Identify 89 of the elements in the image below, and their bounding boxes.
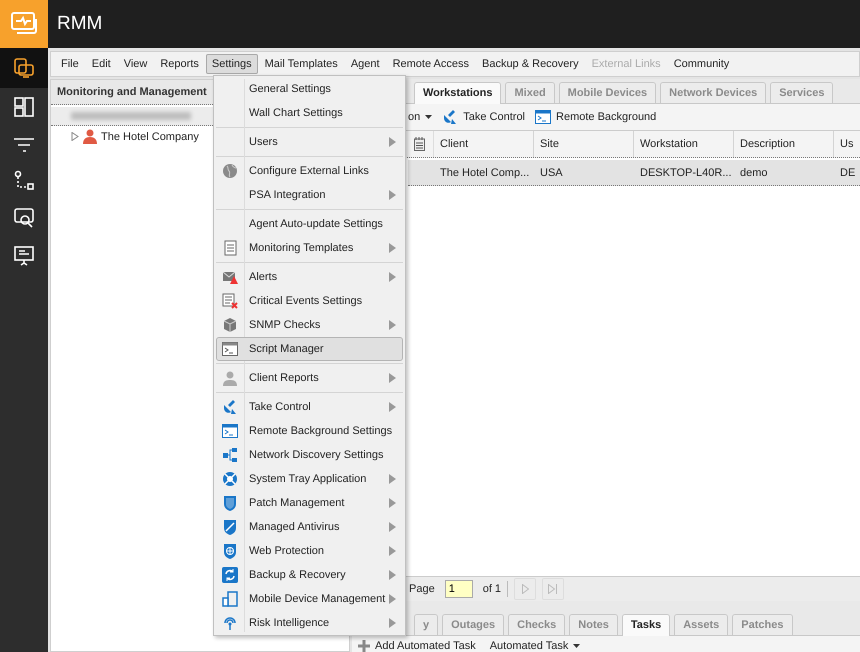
workflow-icon	[13, 170, 35, 192]
column-header[interactable]: Client	[434, 131, 534, 157]
devices-icon	[222, 591, 238, 607]
terminal-icon	[222, 423, 238, 439]
terminal-icon	[535, 110, 552, 124]
menu-bar-item[interactable]: Remote Access	[386, 54, 475, 74]
caret-icon	[425, 115, 432, 119]
menu-item[interactable]: Users	[216, 130, 403, 154]
menu-item[interactable]: Risk Intelligence	[216, 611, 403, 635]
menu-item[interactable]: Script Manager	[216, 337, 403, 361]
tab[interactable]: Workstations	[414, 82, 502, 104]
user-icon	[222, 370, 238, 386]
monitor-pulse-icon	[10, 11, 38, 37]
menu-bar-item[interactable]: View	[118, 54, 154, 74]
table-cell-text: demo	[739, 166, 769, 180]
menu-item[interactable]: Managed Antivirus	[216, 515, 403, 539]
menu-item[interactable]: Network Discovery Settings	[216, 443, 403, 467]
satellite-dish-icon	[222, 399, 238, 415]
devices-icon	[13, 57, 35, 79]
dashboard-icon	[13, 96, 35, 118]
shield-globe-icon	[222, 543, 238, 559]
person-icon	[83, 129, 97, 144]
page-total: of 1	[482, 583, 502, 595]
menu-bar-item[interactable]: Mail Templates	[258, 54, 344, 74]
menu-item[interactable]: Agent Auto-update Settings	[216, 212, 403, 236]
search-icon	[13, 206, 35, 228]
menu-item[interactable]: SNMP Checks	[216, 313, 403, 337]
menu-bar-item[interactable]: Reports	[154, 54, 205, 74]
next-icon	[522, 584, 529, 594]
menu-item[interactable]: PSA Integration	[216, 183, 403, 207]
notes-icon	[414, 137, 425, 151]
menu-item[interactable]: Web Protection	[216, 539, 403, 563]
menu-item[interactable]: Alerts	[216, 265, 403, 289]
column-header[interactable]: Site	[534, 131, 634, 157]
page-field[interactable]: 1	[444, 580, 473, 598]
table-cell-text: The Hotel Comp...	[439, 166, 530, 180]
expand-icon[interactable]	[71, 132, 79, 141]
menu-item[interactable]: Remote Background Settings	[216, 419, 403, 443]
table-cell-text: USA	[539, 166, 564, 180]
toolbar-button[interactable]: on	[408, 111, 432, 123]
menu-item[interactable]: Critical Events Settings	[216, 289, 403, 313]
menu-item[interactable]: Client Reports	[216, 366, 403, 390]
tab[interactable]: Tasks	[622, 614, 670, 636]
signal-icon	[222, 615, 238, 631]
lifebuoy-icon	[222, 471, 238, 487]
menu-item[interactable]: Mobile Device Management	[216, 587, 403, 611]
plus-icon	[358, 640, 370, 652]
column-header[interactable]: Workstation	[634, 131, 734, 157]
page-label: Page	[409, 583, 435, 595]
menu-item[interactable]: Take Control	[216, 395, 403, 419]
menu-item[interactable]: Monitoring Templates	[216, 236, 403, 260]
toolbar-button[interactable]: Add Automated Task	[358, 640, 476, 652]
toolbar-button[interactable]: Automated Task	[490, 640, 580, 652]
menu-bar-item[interactable]: Agent	[344, 54, 386, 74]
table-row[interactable]: The Hotel Comp... USA DESKTOP-L40R... demo DE	[408, 160, 860, 186]
sync-icon	[222, 567, 238, 583]
last-page-icon	[548, 584, 558, 594]
menu-item[interactable]: Backup & Recovery	[216, 563, 403, 587]
network-icon	[222, 447, 238, 463]
menu-item[interactable]: Configure External Links	[216, 159, 403, 183]
menu-item[interactable]: Wall Chart Settings	[216, 101, 403, 125]
satellite-dish-icon	[442, 109, 458, 125]
toolbar-button[interactable]: Take Control	[442, 109, 526, 125]
alert-mail-icon	[222, 269, 238, 285]
globe-icon	[222, 163, 238, 179]
sidebar-item[interactable]	[0, 48, 48, 88]
app-title: RMM	[57, 13, 102, 35]
menu-bar-item[interactable]: Backup & Recovery	[476, 54, 585, 74]
column-header[interactable]: Description	[734, 131, 834, 157]
shield-icon	[222, 495, 238, 511]
document-icon	[222, 240, 238, 256]
table-cell-text: DESKTOP-L40R...	[639, 166, 732, 180]
menu-item[interactable]: System Tray Application	[216, 467, 403, 491]
list-error-icon	[222, 293, 238, 309]
table-cell-text: DE	[839, 166, 856, 180]
panel-title: Monitoring and Management	[57, 86, 207, 98]
caret-icon	[573, 644, 580, 648]
menu-bar-item[interactable]: Community	[668, 54, 736, 74]
menu-item[interactable]: General Settings	[216, 77, 403, 101]
terminal-icon	[222, 341, 238, 357]
column-header[interactable]: Us	[834, 131, 860, 157]
menu-bar-item[interactable]: File	[55, 54, 85, 74]
menu-bar-item[interactable]: Edit	[86, 54, 117, 74]
menu-bar-item[interactable]: Settings	[206, 54, 258, 74]
menu-item[interactable]: Patch Management	[216, 491, 403, 515]
presentation-icon	[13, 244, 35, 266]
tree-item[interactable]: The Hotel Company	[101, 130, 199, 142]
toolbar-button[interactable]: Remote Background	[535, 110, 656, 124]
cube-icon	[222, 317, 238, 333]
